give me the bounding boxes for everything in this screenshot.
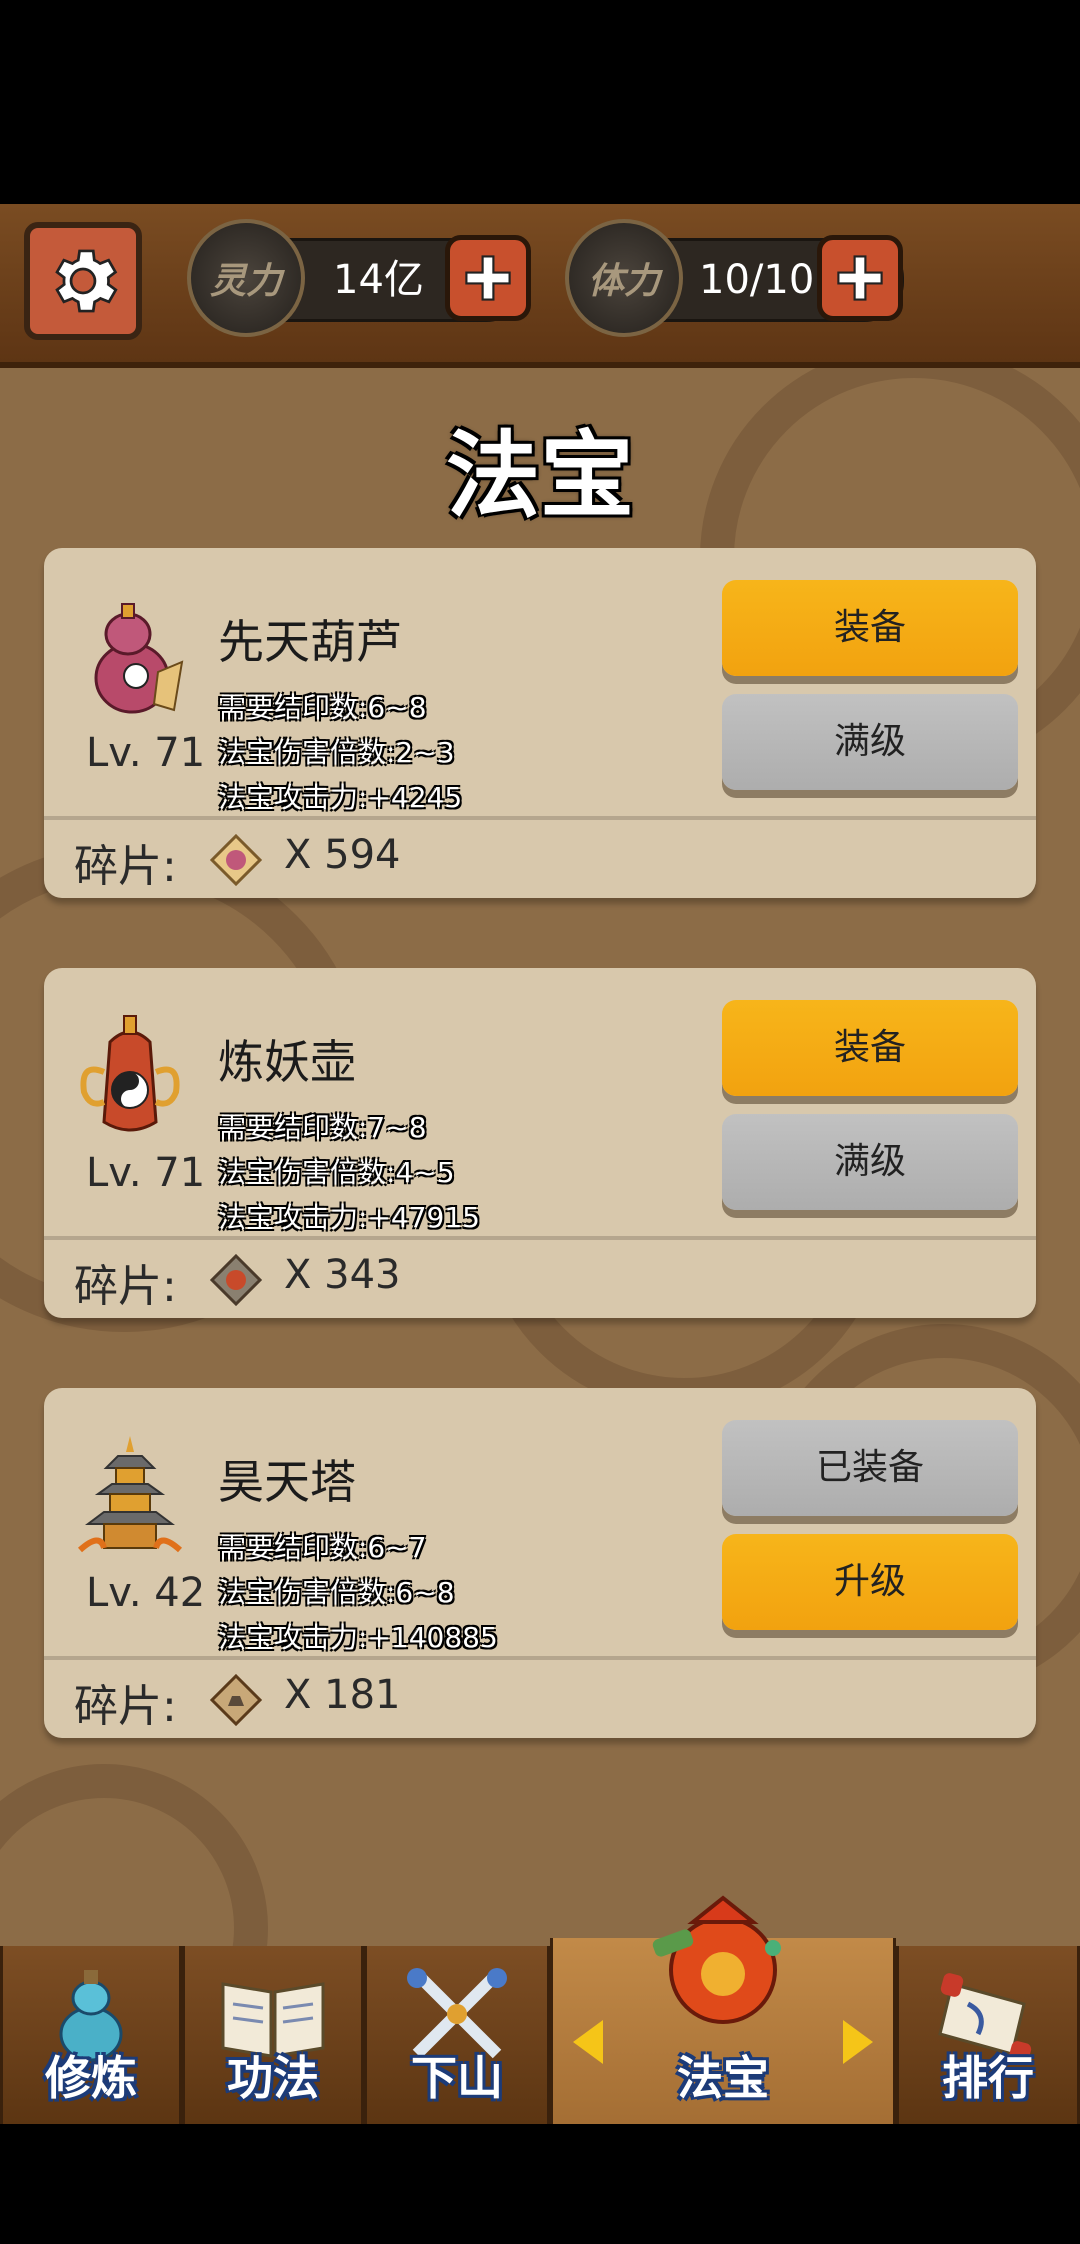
gourd-treasure-icon <box>94 603 184 714</box>
treasure-card: Lv. 71 先天葫芦 需要结印数:6~8 法宝伤害倍数:2~3 法宝攻击力:+… <box>44 548 1036 898</box>
fragment-count: X 594 <box>284 832 401 878</box>
stamina-icon: 体力 <box>565 219 683 337</box>
plus-icon <box>465 255 511 301</box>
fragment-label: 碎片: <box>74 1261 177 1312</box>
divider <box>44 816 1036 820</box>
damage-multiplier-stat: 法宝伤害倍数:4~5 <box>218 1156 455 1189</box>
plus-icon <box>837 255 883 301</box>
damage-multiplier-stat: 法宝伤害倍数:6~8 <box>218 1576 455 1609</box>
attack-power-stat: 法宝攻击力:+47915 <box>218 1201 480 1234</box>
equip-button[interactable]: 装备 <box>722 1000 1018 1096</box>
upgrade-button[interactable]: 升级 <box>722 1534 1018 1630</box>
stamina-resource: 体力 10/10 <box>565 219 904 337</box>
bottom-nav: 修炼 功法 下山 法宝 排行 <box>0 1895 1080 2124</box>
spirit-power-value: 14亿 <box>333 257 424 303</box>
fragment-icon <box>210 1674 262 1726</box>
tab-label: 功法 <box>227 2051 319 2105</box>
divider <box>44 1656 1036 1660</box>
item-name: 炼妖壶 <box>218 1035 356 1089</box>
required-seals-stat: 需要结印数:6~8 <box>218 691 427 724</box>
top-bar: 灵力 14亿 体力 10/10 <box>0 204 1080 368</box>
treasure-card: Lv. 71 炼妖壶 需要结印数:7~8 法宝伤害倍数:4~5 法宝攻击力:+4… <box>44 968 1036 1318</box>
tab-label: 修炼 <box>45 2051 137 2105</box>
item-level: Lv. 71 <box>86 1150 206 1196</box>
fragment-icon <box>210 1254 262 1306</box>
attack-power-stat: 法宝攻击力:+4245 <box>218 781 463 814</box>
stamina-value: 10/10 <box>699 257 815 303</box>
pagoda-icon <box>77 1436 183 1553</box>
spirit-power-resource: 灵力 14亿 <box>187 219 531 337</box>
demon-pot-icon <box>80 1015 180 1132</box>
arrow-right-icon[interactable] <box>843 2020 873 2064</box>
fragment-count: X 343 <box>284 1252 401 1298</box>
item-level: Lv. 42 <box>86 1570 206 1616</box>
item-name: 昊天塔 <box>218 1455 356 1509</box>
required-seals-stat: 需要结印数:6~7 <box>218 1531 427 1564</box>
equip-button[interactable]: 装备 <box>722 580 1018 676</box>
tab-label: 排行 <box>942 2051 1034 2105</box>
fragment-label: 碎片: <box>74 1681 177 1732</box>
tab-label: 法宝 <box>677 2051 769 2105</box>
tab-treasure[interactable]: 法宝 <box>550 1895 896 2124</box>
required-seals-stat: 需要结印数:7~8 <box>218 1111 427 1144</box>
page-title: 法宝 <box>445 422 634 531</box>
settings-button[interactable] <box>24 222 142 340</box>
spirit-power-icon: 灵力 <box>187 219 305 337</box>
fragment-icon <box>210 834 262 886</box>
damage-multiplier-stat: 法宝伤害倍数:2~3 <box>218 736 455 769</box>
attack-power-stat: 法宝攻击力:+140885 <box>218 1621 498 1654</box>
fragment-count: X 181 <box>284 1672 401 1718</box>
tab-cultivate[interactable]: 修炼 <box>0 1946 182 2124</box>
game-screen: 灵力 14亿 体力 10/10 法宝 Lv. 71 先天葫芦 需要结印数:6~8… <box>0 204 1080 2124</box>
gear-icon <box>55 249 118 313</box>
tab-descend[interactable]: 下山 <box>364 1946 550 2124</box>
item-name: 先天葫芦 <box>218 615 402 669</box>
tab-skills[interactable]: 功法 <box>182 1946 364 2124</box>
add-stamina-button[interactable] <box>817 235 903 321</box>
divider <box>44 1236 1036 1240</box>
fragment-label: 碎片: <box>74 841 177 892</box>
tab-label: 下山 <box>411 2051 503 2105</box>
treasure-bag-icon <box>652 1895 781 2024</box>
max-level-button[interactable]: 满级 <box>722 694 1018 790</box>
add-spirit-power-button[interactable] <box>445 235 531 321</box>
equipped-button[interactable]: 已装备 <box>722 1420 1018 1516</box>
tab-ranking[interactable]: 排行 <box>896 1946 1080 2124</box>
item-level: Lv. 71 <box>86 730 206 776</box>
treasure-card: Lv. 42 昊天塔 需要结印数:6~7 法宝伤害倍数:6~8 法宝攻击力:+1… <box>44 1388 1036 1738</box>
max-level-button[interactable]: 满级 <box>722 1114 1018 1210</box>
